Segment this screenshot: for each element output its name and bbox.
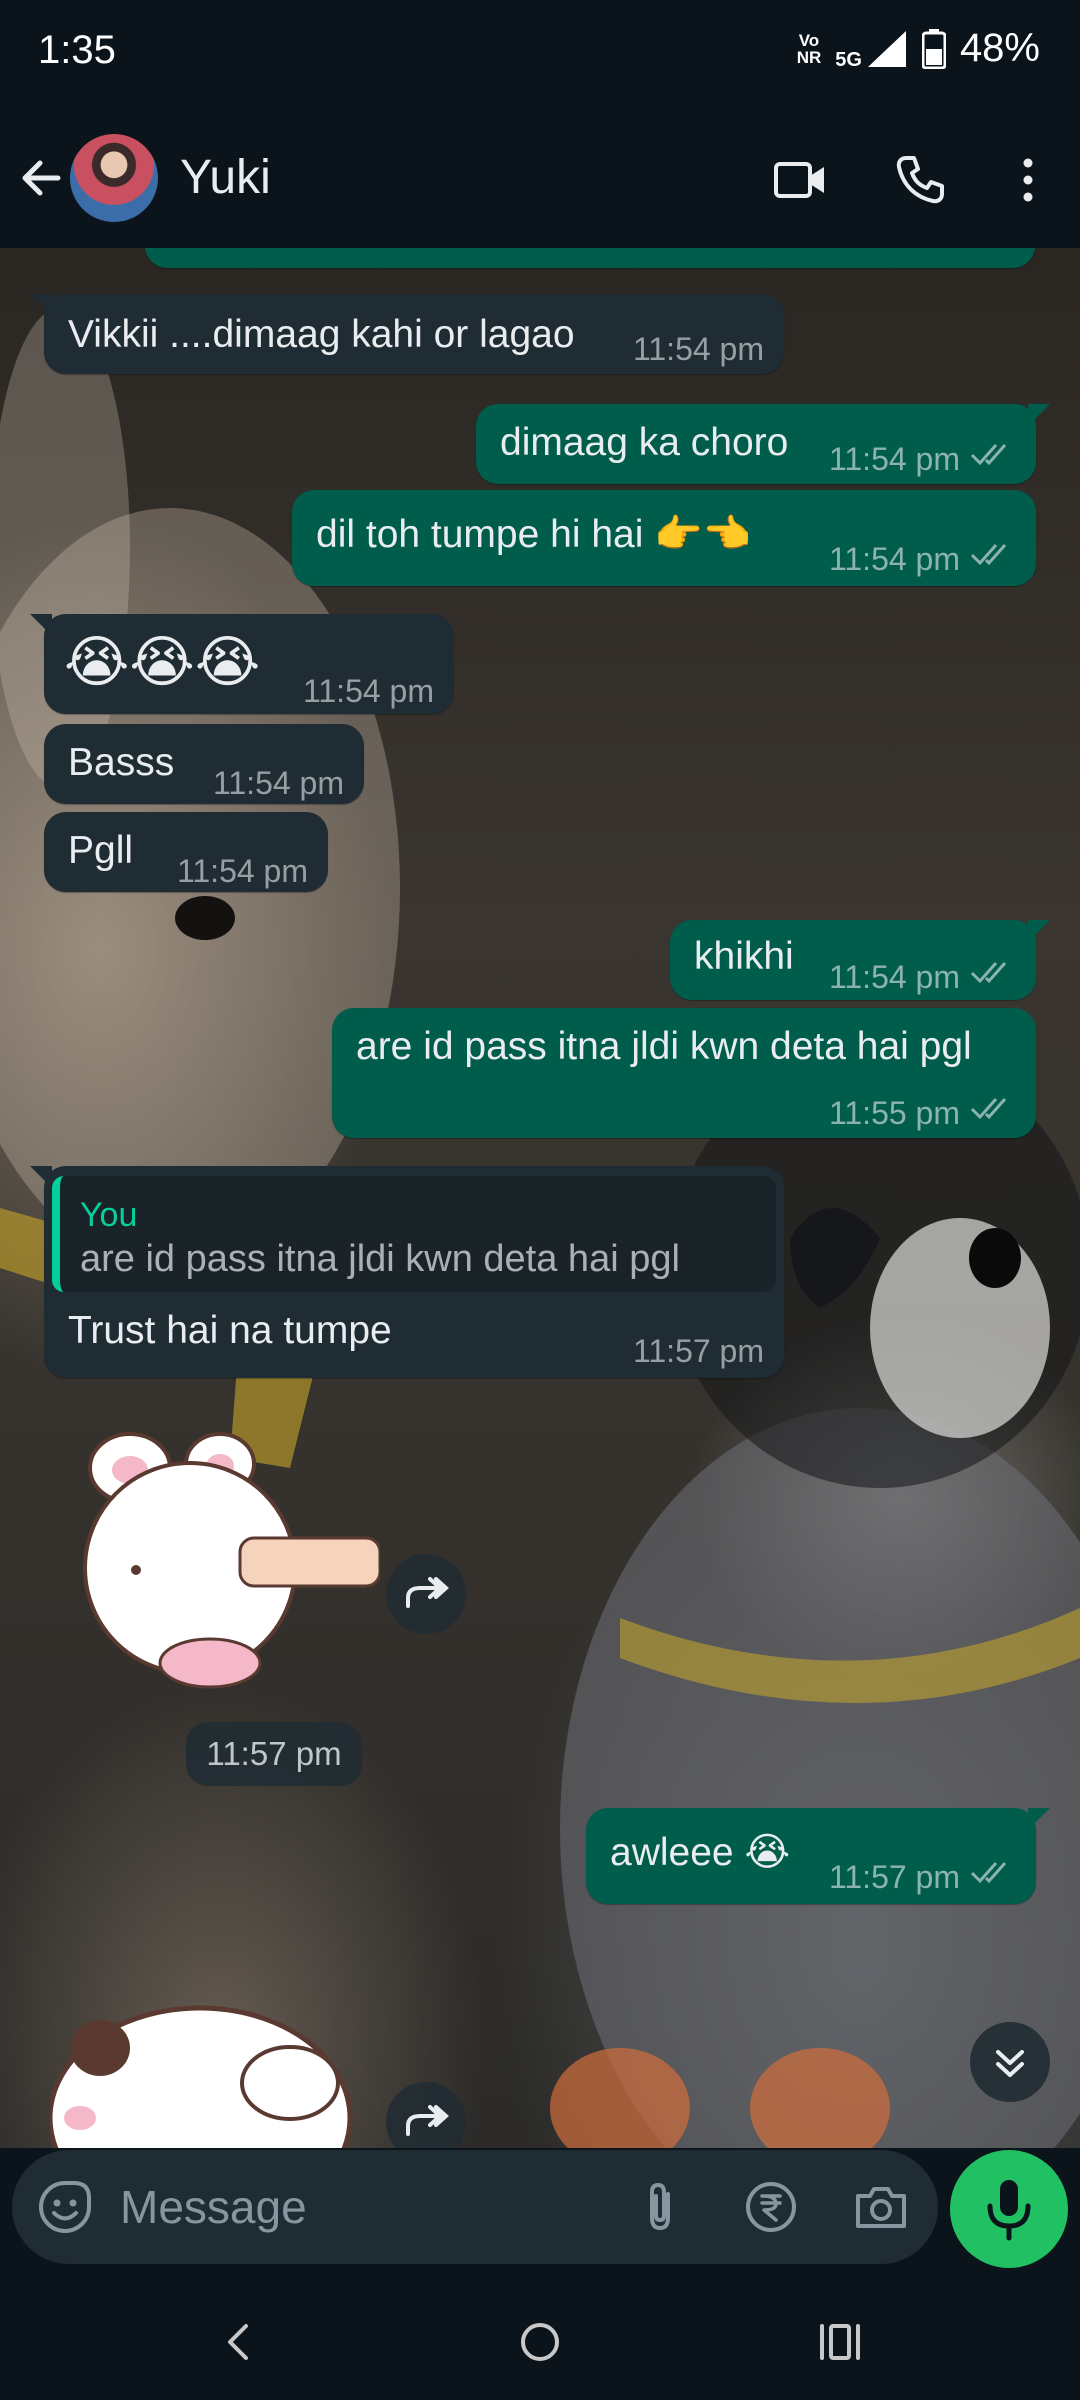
scroll-to-bottom-button[interactable] (970, 2022, 1050, 2102)
paperclip-icon[interactable] (632, 2178, 690, 2236)
message-bubble-incoming[interactable]: 😭😭😭 11:54 pm (30, 614, 454, 714)
arrow-left-icon[interactable] (14, 150, 70, 206)
sticker-time: 11:57 pm (186, 1722, 362, 1786)
message-text: awleee 😭 (610, 1831, 791, 1874)
avatar[interactable] (70, 134, 158, 222)
phone-icon[interactable] (892, 152, 948, 208)
bunny-poke-sticker[interactable] (80, 1428, 380, 1698)
rupee-icon[interactable] (742, 2178, 800, 2236)
forward-icon[interactable] (386, 2082, 466, 2148)
double-check-icon (970, 1098, 1007, 1120)
message-bubble-outgoing[interactable]: are id pass itna jldi kwn deta hai pgl 1… (332, 1008, 1036, 1138)
message-text: Basss (68, 741, 175, 784)
battery-percent: 48% (959, 26, 1040, 70)
chat-header: Yuki (0, 110, 1080, 249)
message-text: Trust hai na tumpe (68, 1309, 392, 1352)
message-time: 11:54 pm (302, 673, 434, 709)
message-text: are id pass itna jldi kwn deta hai pgl (356, 1025, 972, 1068)
status-icons: Vo NR 5G 48% (797, 26, 1040, 71)
forward-icon[interactable] (386, 1554, 466, 1634)
message-time: 11:54 pm (176, 853, 308, 889)
message-bubble-partial[interactable] (145, 248, 1035, 268)
message-time: 11:54 pm (828, 441, 960, 477)
message-text: Pgll (68, 829, 134, 872)
double-check-icon (970, 962, 1007, 984)
nav-recents-icon[interactable] (810, 2312, 870, 2372)
message-time: 11:57 pm (632, 1333, 764, 1369)
double-check-icon (970, 1862, 1007, 1884)
video-call-icon[interactable] (772, 152, 828, 208)
message-bubble-incoming[interactable]: Basss 11:54 pm (44, 724, 364, 804)
message-bubble-outgoing[interactable]: dil toh tumpe hi hai 👉👈 11:54 pm (292, 490, 1036, 586)
status-bar: 1:35 Vo NR 5G 48% (0, 0, 1080, 110)
crying-emoji: 😭 (744, 1831, 791, 1874)
message-input-bar[interactable]: Message (12, 2150, 938, 2264)
message-bubble-outgoing[interactable]: khikhi 11:54 pm (670, 920, 1050, 1000)
quoted-message[interactable]: You are id pass itna jldi kwn deta hai p… (52, 1176, 776, 1292)
message-bubble-incoming[interactable]: Vikkii ....dimaag kahi or lagao 11:54 pm (30, 294, 784, 374)
message-input[interactable]: Message (120, 2180, 307, 2234)
double-check-icon (970, 544, 1007, 566)
message-time: 11:54 pm (828, 959, 960, 995)
camera-icon[interactable] (852, 2178, 910, 2236)
system-nav-bar (0, 2282, 1080, 2400)
status-time: 1:35 (38, 28, 116, 72)
message-bubble-incoming[interactable]: Pgll 11:54 pm (44, 812, 328, 892)
message-time: 11:54 pm (212, 765, 344, 801)
emoji-icon[interactable] (36, 2178, 94, 2236)
battery-icon (921, 28, 946, 69)
message-time: 11:57 pm (828, 1859, 960, 1895)
nav-back-icon[interactable] (210, 2312, 270, 2372)
message-text: Vikkii ....dimaag kahi or lagao (68, 313, 575, 356)
network-type: 5G (835, 48, 862, 71)
message-text: dimaag ka choro (500, 421, 789, 464)
mic-icon (987, 2180, 1031, 2241)
quote-author: You (80, 1196, 138, 1234)
signal-icon: 5G (835, 29, 908, 71)
message-time: 11:54 pm (632, 331, 764, 367)
volte-indicator: Vo NR (796, 30, 822, 67)
nav-home-icon[interactable] (510, 2312, 570, 2372)
more-vert-icon[interactable] (1000, 152, 1056, 208)
message-time: 11:54 pm (828, 541, 960, 577)
message-text: dil toh tumpe hi hai 👉👈 (316, 513, 752, 556)
double-check-icon (970, 444, 1007, 466)
message-bubble-reply[interactable]: You are id pass itna jldi kwn deta hai p… (30, 1166, 784, 1378)
contact-name[interactable]: Yuki (180, 150, 271, 205)
sleeping-bear-sticker[interactable] (50, 1968, 370, 2148)
quote-text: are id pass itna jldi kwn deta hai pgl (80, 1238, 680, 1280)
pointing-emoji: 👉👈 (654, 513, 752, 556)
message-bubble-outgoing[interactable]: dimaag ka choro 11:54 pm (476, 404, 1050, 484)
message-text: khikhi (694, 935, 794, 978)
mic-button[interactable] (950, 2150, 1068, 2268)
chevron-double-down-icon (996, 2050, 1024, 2077)
chat-area[interactable]: Vikkii ....dimaag kahi or lagao 11:54 pm… (0, 248, 1080, 2148)
crying-emoji: 😭😭😭 (64, 630, 261, 693)
message-time: 11:55 pm (828, 1095, 960, 1131)
message-bubble-outgoing[interactable]: awleee 😭 11:57 pm (586, 1808, 1050, 1904)
